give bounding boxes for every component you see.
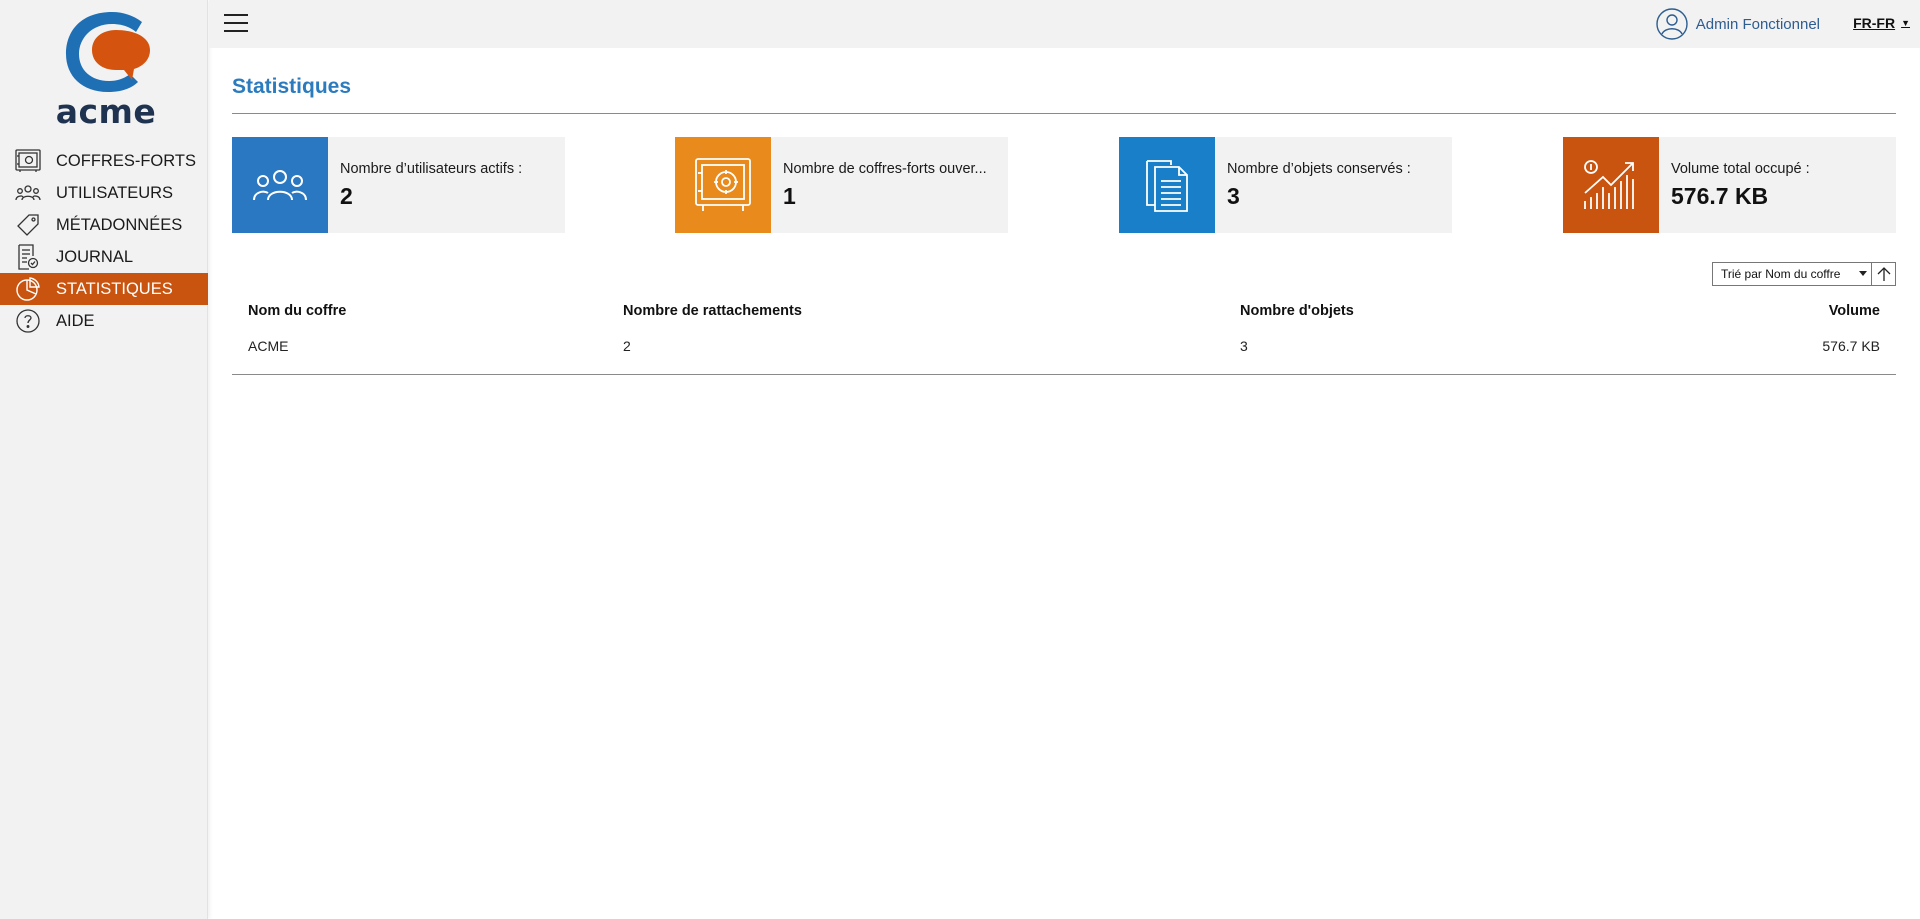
stat-card-label: Nombre d’utilisateurs actifs :	[340, 161, 523, 177]
stat-card-volume: Volume total occupé : 576.7 KB	[1563, 137, 1896, 233]
stat-card-users: Nombre d’utilisateurs actifs : 2	[232, 137, 565, 233]
cell-objets: 3	[1240, 338, 1248, 354]
top-bar: Admin Fonctionnel FR-FR ▼	[209, 0, 1920, 48]
column-header-objets[interactable]: Nombre d'objets	[1224, 293, 1524, 329]
pie-chart-icon	[15, 276, 41, 302]
cell-nom: ACME	[248, 338, 289, 354]
dropdown-arrow-icon	[1859, 271, 1867, 276]
sidebar-item-label: UTILISATEURS	[56, 183, 174, 202]
sidebar-item-utilisateurs[interactable]: UTILISATEURS	[0, 177, 208, 209]
logo-text: acme	[55, 92, 157, 131]
stat-card-label: Nombre de coffres-forts ouver...	[783, 161, 987, 177]
sidebar-item-label: MÉTADONNÉES	[56, 215, 183, 234]
users-icon	[15, 180, 41, 206]
column-header-rattachements[interactable]: Nombre de rattachements	[607, 293, 1224, 329]
sidebar-nav: COFFRES-FORTS UTILISATEURS MÉTADONNÉES J…	[0, 145, 208, 337]
sort-controls: Trié par Nom du coffre	[1712, 262, 1896, 286]
safe-icon	[675, 137, 771, 233]
table-header-row: Nom du coffre Nombre de rattachements No…	[232, 293, 1896, 329]
user-menu[interactable]: Admin Fonctionnel	[1656, 8, 1820, 40]
stat-card-objects: Nombre d’objets conservés : 3	[1119, 137, 1452, 233]
sidebar-item-label: JOURNAL	[56, 247, 134, 266]
users-icon	[232, 137, 328, 233]
sidebar-item-coffres-forts[interactable]: COFFRES-FORTS	[0, 145, 208, 177]
table-row[interactable]: ACME 2 3 576.7 KB	[232, 329, 1896, 366]
sidebar-item-metadonnees[interactable]: MÉTADONNÉES	[0, 209, 208, 241]
cell-volume: 576.7 KB	[1822, 338, 1880, 354]
column-header-nom[interactable]: Nom du coffre	[232, 293, 607, 329]
help-icon	[15, 308, 41, 334]
sort-direction-button[interactable]	[1872, 262, 1896, 286]
language-label: FR-FR	[1853, 15, 1896, 31]
documents-icon	[1119, 137, 1215, 233]
language-selector[interactable]: FR-FR ▼	[1853, 15, 1910, 31]
sort-select[interactable]: Trié par Nom du coffre	[1712, 262, 1872, 286]
sidebar-item-statistiques[interactable]: STATISTIQUES	[0, 273, 208, 305]
main-content: Statistiques Nombre d’utilisateurs actif…	[232, 48, 1896, 375]
stat-cards: Nombre d’utilisateurs actifs : 2 Nombre …	[232, 137, 1896, 233]
sidebar-item-label: AIDE	[56, 311, 95, 330]
cell-rattachements: 2	[623, 338, 631, 354]
safe-icon	[15, 148, 41, 174]
stat-card-value: 576.7 KB	[1671, 183, 1769, 209]
stat-card-safes: Nombre de coffres-forts ouver... 1	[675, 137, 1008, 233]
logo-mark-icon	[66, 12, 150, 92]
stat-card-value: 3	[1227, 183, 1240, 209]
stat-card-label: Nombre d’objets conservés :	[1227, 161, 1411, 177]
stat-card-label: Volume total occupé :	[1671, 161, 1810, 177]
caret-down-icon: ▼	[1901, 18, 1910, 28]
column-header-volume[interactable]: Volume	[1524, 293, 1896, 329]
sidebar-item-label: STATISTIQUES	[56, 279, 173, 298]
arrow-up-icon	[1877, 267, 1890, 281]
sidebar-item-journal[interactable]: JOURNAL	[0, 241, 208, 273]
user-name: Admin Fonctionnel	[1695, 15, 1820, 33]
stat-card-value: 2	[340, 183, 353, 209]
journal-icon	[15, 244, 41, 270]
page-title: Statistiques	[232, 75, 352, 98]
sidebar-item-aide[interactable]: AIDE	[0, 305, 208, 337]
sidebar-item-label: COFFRES-FORTS	[56, 151, 196, 170]
table-divider	[232, 374, 1896, 375]
user-avatar-icon	[1656, 8, 1688, 40]
sort-select-value: Trié par Nom du coffre	[1721, 267, 1841, 281]
acme-logo[interactable]: acme	[52, 8, 160, 131]
sidebar: acme COFFRES-FORTS UTILISATEURS MÉTADONN…	[0, 0, 208, 919]
tag-icon	[15, 212, 41, 238]
menu-toggle-icon[interactable]	[224, 14, 248, 34]
title-divider	[232, 113, 1896, 114]
stats-table: Nom du coffre Nombre de rattachements No…	[232, 293, 1896, 366]
growth-chart-icon	[1563, 137, 1659, 233]
stat-card-value: 1	[783, 183, 796, 209]
